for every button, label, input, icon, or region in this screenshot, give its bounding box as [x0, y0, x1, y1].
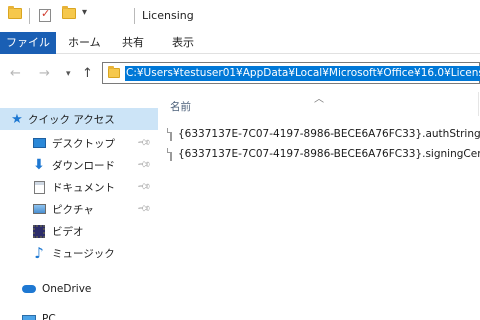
sidebar-item-documents[interactable]: ドキュメント 📌︎	[0, 176, 158, 198]
sidebar-item-music[interactable]: ♪ ミュージック	[0, 242, 158, 264]
folder-icon[interactable]	[8, 6, 22, 19]
sidebar-item-quick-access[interactable]: ★ クイック アクセス	[0, 108, 158, 130]
pictures-icon	[32, 202, 46, 216]
tab-share[interactable]: 共有	[114, 32, 152, 54]
address-row: ← → ▾ ↑ C:¥Users¥testuser01¥AppData¥Loca…	[0, 54, 480, 92]
customize-quick-access-icon[interactable]: ▾	[82, 7, 87, 18]
sidebar-item-label: PC	[42, 313, 56, 320]
tab-view[interactable]: 表示	[164, 32, 202, 54]
sidebar-item-pictures[interactable]: ピクチャ 📌︎	[0, 198, 158, 220]
file-name: {6337137E-7C07-4197-8986-BECE6A76FC33}.a…	[178, 128, 480, 140]
file-list: ︿ 名前 {6337137E-7C07-4197-8986-BECE6A76FC…	[160, 92, 480, 320]
pin-icon[interactable]: 📌︎	[136, 157, 151, 172]
pin-icon[interactable]: 📌︎	[136, 135, 151, 150]
file-icon	[167, 127, 172, 141]
toolbar-divider	[29, 8, 30, 24]
desktop-icon	[32, 136, 46, 150]
music-icon: ♪	[34, 244, 44, 262]
address-folder-icon	[108, 66, 120, 78]
title-divider	[134, 8, 135, 24]
tab-file[interactable]: ファイル	[0, 32, 56, 54]
navigation-pane: ★ クイック アクセス デスクトップ 📌︎ ⬇ ダウンロード 📌︎ ドキュメント…	[0, 92, 160, 320]
address-path[interactable]: C:¥Users¥testuser01¥AppData¥Local¥Micros…	[125, 66, 480, 81]
ribbon-tabs: ファイル ホーム 共有 表示	[0, 32, 480, 54]
tab-home[interactable]: ホーム	[60, 32, 109, 54]
chevron-up-icon: ︿	[314, 94, 324, 105]
new-folder-icon[interactable]	[62, 6, 76, 19]
list-item[interactable]: {6337137E-7C07-4197-8986-BECE6A76FC33}.a…	[167, 124, 480, 144]
pin-icon[interactable]: 📌︎	[136, 201, 151, 216]
documents-icon	[32, 180, 46, 194]
sidebar-item-onedrive[interactable]: OneDrive	[0, 278, 158, 300]
sidebar-item-label: ビデオ	[52, 225, 84, 238]
download-icon: ⬇	[33, 157, 45, 173]
sidebar-item-label: OneDrive	[42, 283, 92, 295]
title-bar: ▾ Licensing	[0, 0, 480, 32]
pin-icon[interactable]: 📌︎	[136, 179, 151, 194]
sidebar-item-videos[interactable]: ビデオ	[0, 220, 158, 242]
chevron-down-icon[interactable]: ▾	[66, 69, 71, 79]
window-title: Licensing	[142, 9, 194, 22]
sidebar-item-label: デスクトップ	[52, 137, 115, 150]
sidebar-item-label: ドキュメント	[52, 181, 115, 194]
videos-icon	[32, 224, 46, 238]
cloud-icon	[22, 282, 36, 296]
sidebar-item-label: クイック アクセス	[28, 113, 115, 126]
star-icon: ★	[11, 111, 23, 127]
column-divider[interactable]	[478, 92, 479, 116]
address-bar[interactable]: C:¥Users¥testuser01¥AppData¥Local¥Micros…	[102, 62, 480, 84]
arrow-left-icon[interactable]: ←	[10, 66, 21, 81]
properties-icon[interactable]	[39, 7, 51, 22]
arrow-up-icon[interactable]: ↑	[82, 66, 93, 81]
sidebar-item-desktop[interactable]: デスクトップ 📌︎	[0, 132, 158, 154]
file-icon	[167, 147, 172, 161]
sidebar-item-label: ダウンロード	[52, 159, 115, 172]
sidebar-item-label: ピクチャ	[52, 203, 94, 216]
sidebar-item-pc[interactable]: PC	[0, 308, 158, 320]
sidebar-item-downloads[interactable]: ⬇ ダウンロード 📌︎	[0, 154, 158, 176]
arrow-right-icon[interactable]: →	[39, 66, 50, 81]
list-item[interactable]: {6337137E-7C07-4197-8986-BECE6A76FC33}.s…	[167, 144, 480, 164]
sidebar-item-label: ミュージック	[52, 247, 115, 260]
pc-icon	[22, 312, 36, 320]
column-header-name[interactable]: 名前	[170, 99, 191, 114]
file-name: {6337137E-7C07-4197-8986-BECE6A76FC33}.s…	[178, 148, 480, 160]
